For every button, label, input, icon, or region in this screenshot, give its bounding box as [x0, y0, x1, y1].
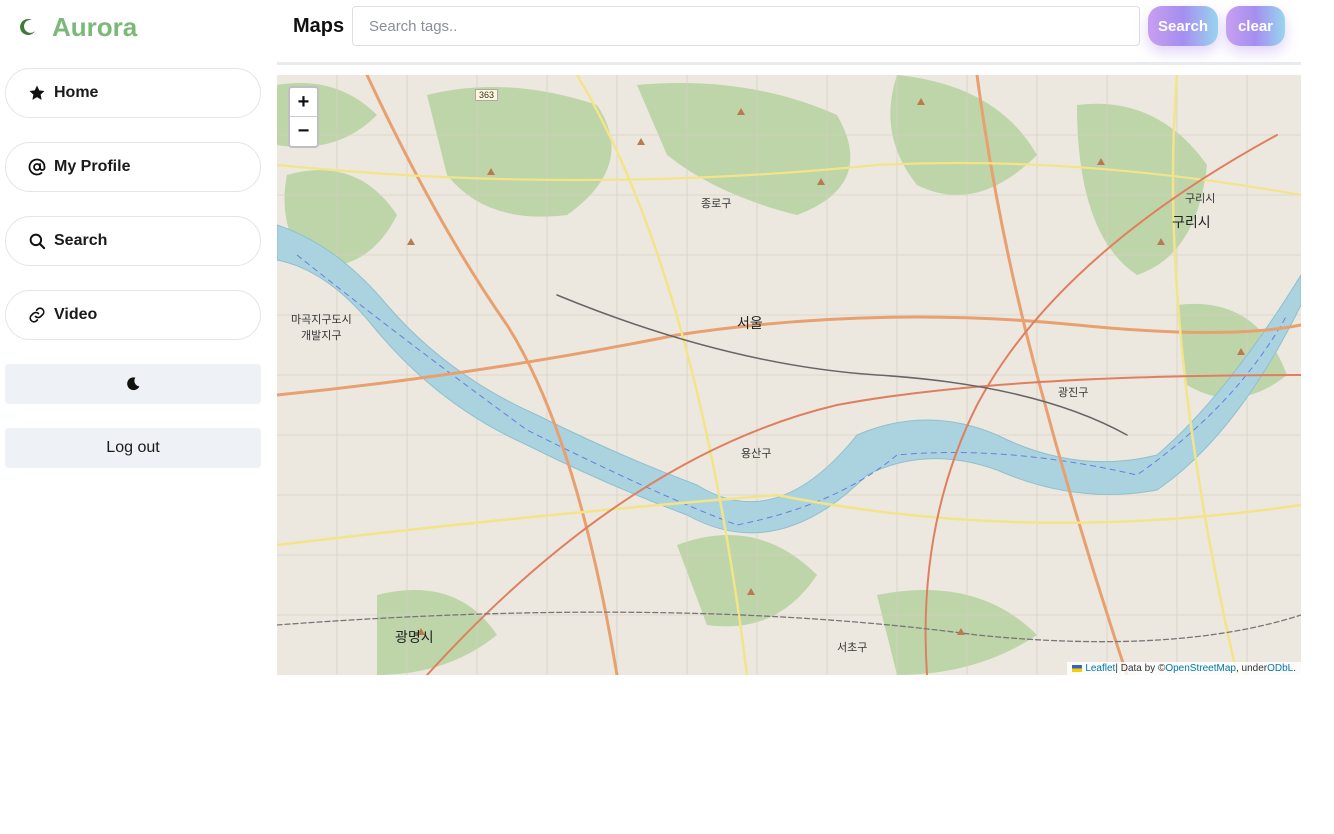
sidebar-item-my-profile[interactable]: My Profile	[5, 142, 261, 192]
attribution-under: , under	[1235, 663, 1268, 674]
search-tags-input[interactable]	[352, 6, 1140, 46]
star-icon	[29, 85, 45, 100]
attribution-text: | Data by ©	[1115, 663, 1166, 674]
app-logo[interactable]: Aurora	[18, 12, 137, 42]
logout-label: Log out	[106, 439, 160, 456]
map-label-seocho: 서초구	[837, 642, 868, 654]
map-label-gwangjin: 광진구	[1058, 387, 1089, 399]
sidebar-item-label: My Profile	[54, 158, 131, 175]
attribution-end: .	[1293, 663, 1296, 674]
leaflet-link[interactable]: Leaflet	[1085, 663, 1115, 674]
search-icon	[29, 233, 46, 250]
app-name: Aurora	[52, 11, 138, 42]
moon-icon	[127, 377, 140, 391]
map-label-yongsan: 용산구	[741, 448, 772, 460]
road-shield-363: 363	[475, 89, 499, 101]
map-label-guri: 구리시	[1172, 214, 1211, 230]
logout-button[interactable]: Log out	[5, 428, 261, 468]
map-attribution: Leaflet | Data by © OpenStreetMap , unde…	[1067, 662, 1301, 675]
theme-toggle-button[interactable]	[5, 364, 261, 404]
search-button[interactable]: Search	[1148, 6, 1218, 46]
clear-button[interactable]: clear	[1226, 6, 1285, 46]
map-label-seoul: 서울	[737, 315, 763, 331]
map-label-gwangmyeong: 광명시	[395, 629, 434, 645]
page-title: Maps	[293, 15, 345, 37]
ukraine-flag-icon	[1072, 665, 1083, 672]
crescent-logo-icon	[20, 18, 35, 35]
sidebar-item-video[interactable]: Video	[5, 290, 261, 340]
sidebar-item-label: Home	[54, 84, 99, 101]
zoom-out-button[interactable]: −	[290, 117, 317, 146]
map-label-magok-line1: 마곡지구도시	[291, 314, 352, 326]
map-label-jongno: 종로구	[701, 198, 732, 210]
openstreetmap-link[interactable]: OpenStreetMap	[1165, 663, 1236, 674]
link-icon	[29, 307, 45, 323]
sidebar-item-label: Search	[54, 232, 108, 249]
zoom-control: + −	[288, 86, 319, 148]
sidebar-item-search[interactable]: Search	[5, 216, 261, 266]
map-label-magok-line2: 개발지구	[301, 330, 342, 342]
map-tiles	[277, 75, 1301, 675]
at-icon	[28, 158, 46, 176]
map-label-guri-small: 구리시	[1185, 193, 1216, 205]
sidebar-item-home[interactable]: Home	[5, 68, 261, 118]
odbl-link[interactable]: ODbL	[1267, 663, 1293, 674]
zoom-in-button[interactable]: +	[290, 88, 317, 117]
sidebar: Aurora Home My Profile Search Video Log …	[0, 0, 270, 834]
header-divider	[277, 62, 1301, 65]
sidebar-item-label: Video	[54, 306, 98, 323]
map-container[interactable]: 363 서울 구리시 구리시 광명시 마곡지구도시 개발지구 용산구 광진구 서…	[277, 75, 1301, 675]
